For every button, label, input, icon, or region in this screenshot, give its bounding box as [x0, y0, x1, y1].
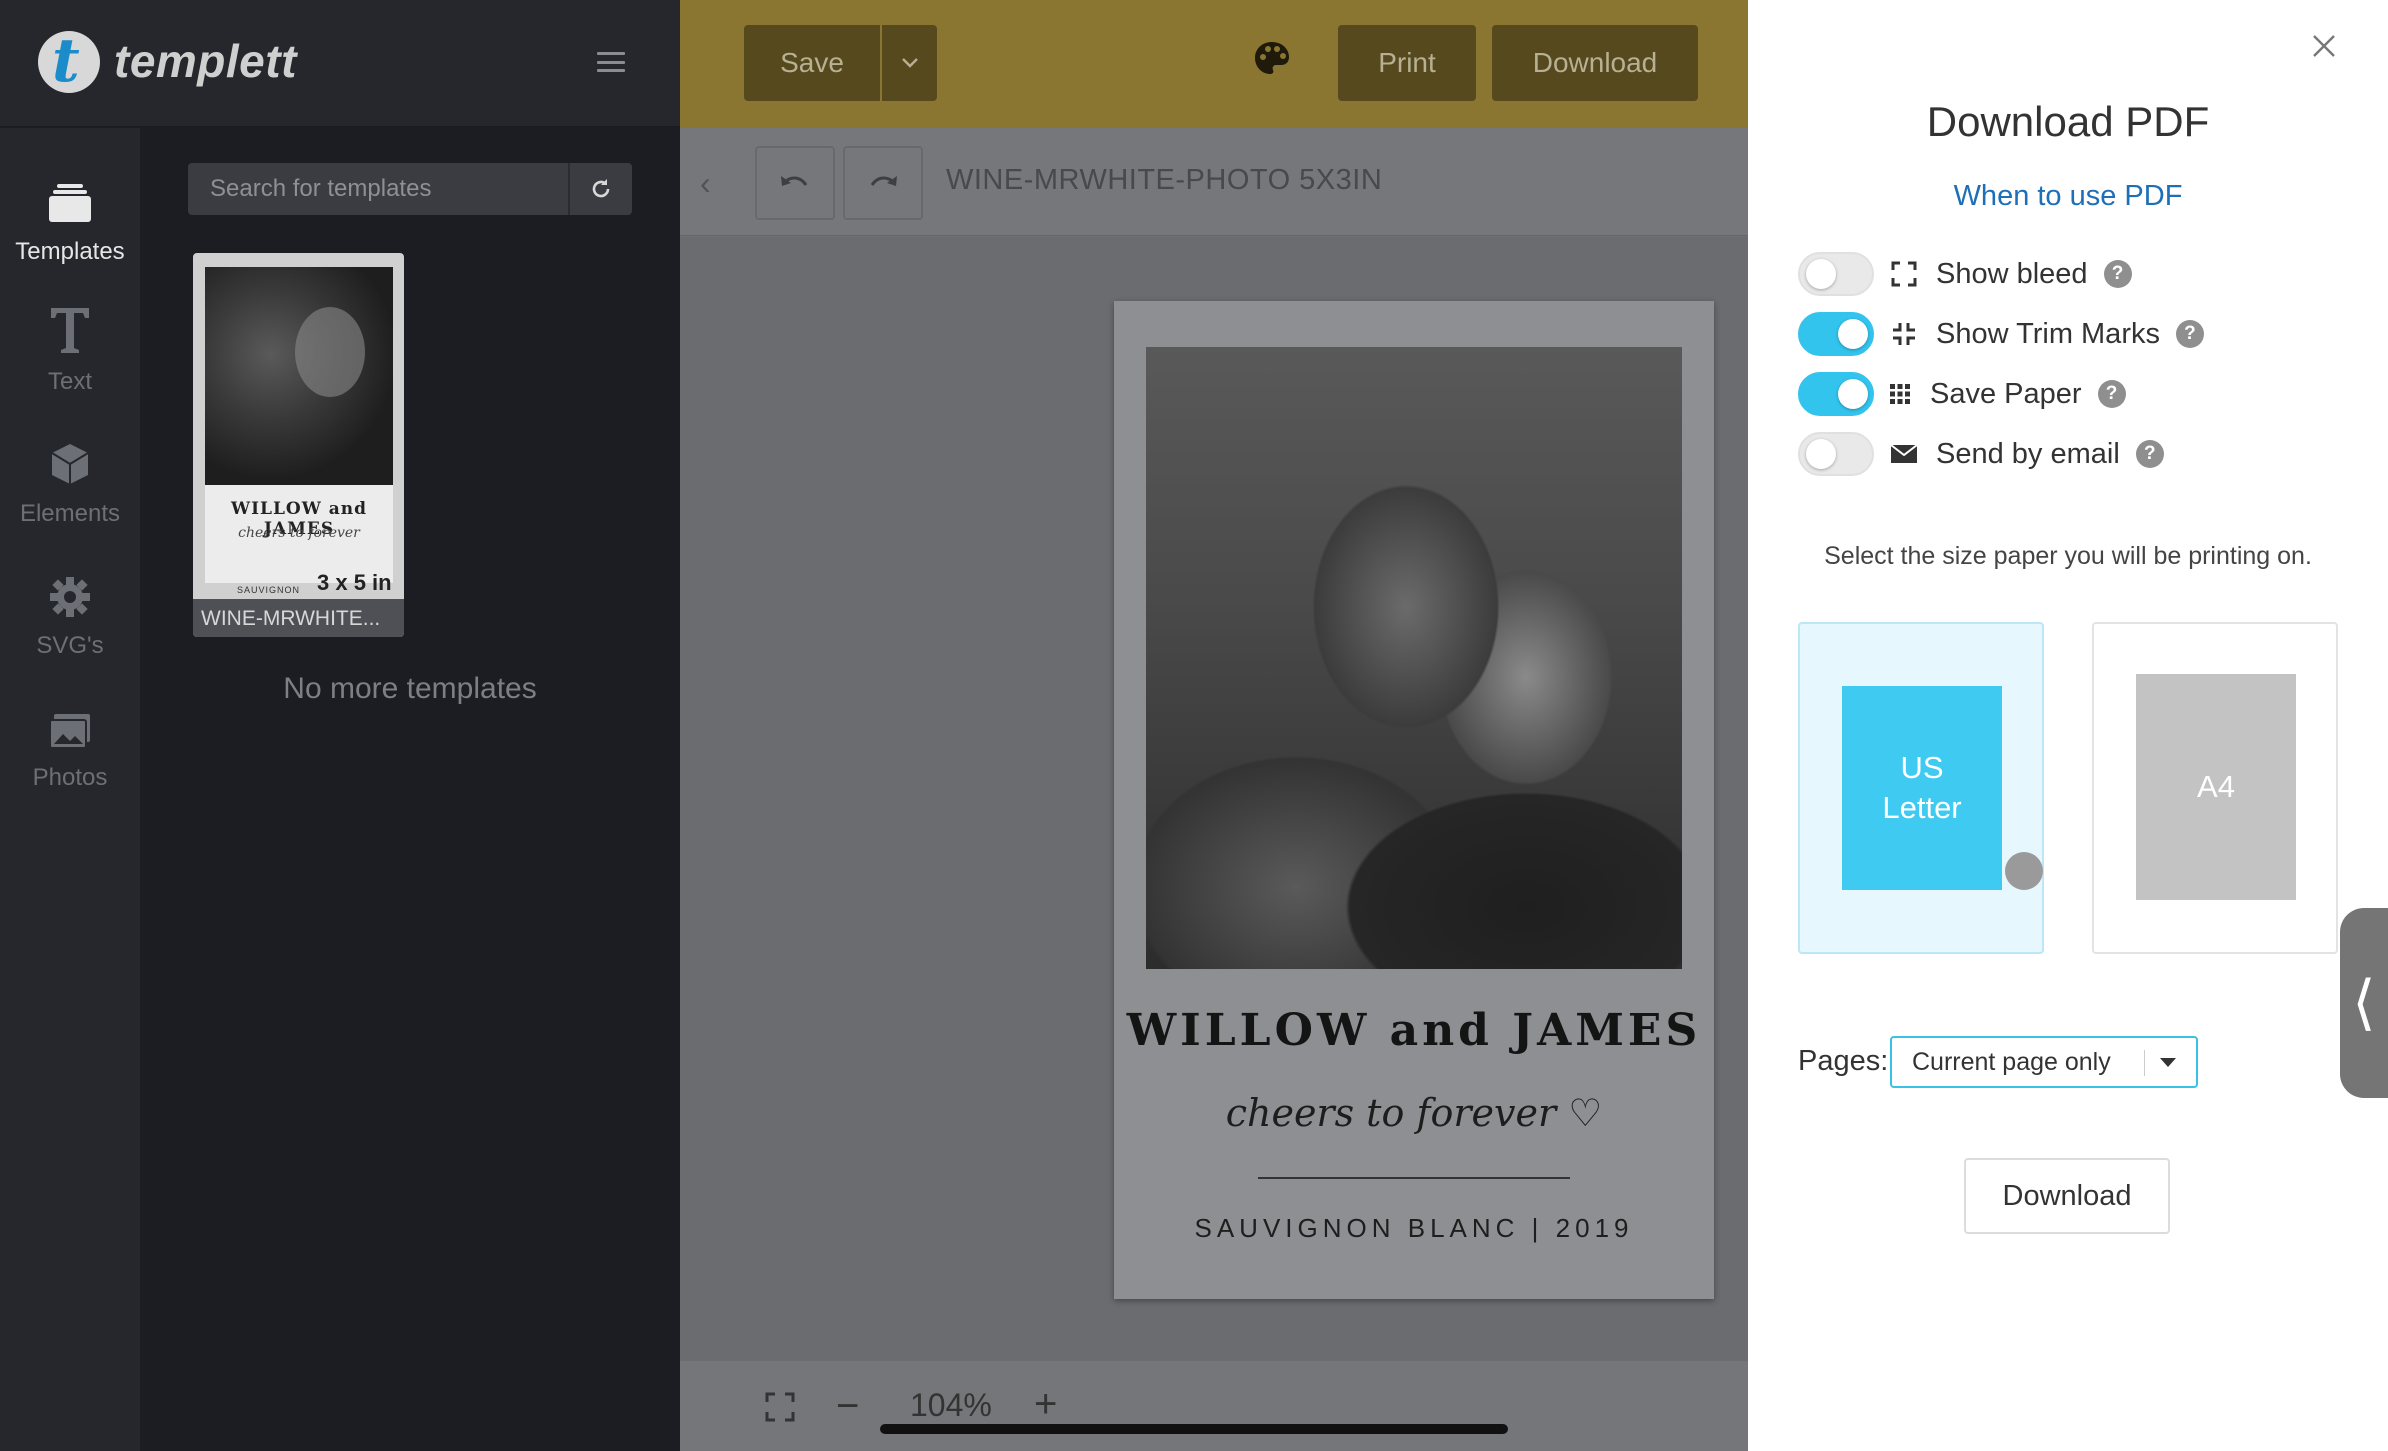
couple-photo[interactable] — [1146, 347, 1682, 969]
selected-indicator — [2005, 852, 2043, 890]
option-label: Show bleed — [1936, 257, 2088, 290]
logo-text: templett — [114, 35, 297, 87]
option-label: Send by email — [1936, 437, 2120, 470]
help-icon[interactable]: ? — [2135, 440, 2164, 468]
when-to-use-pdf-link[interactable]: When to use PDF — [1748, 180, 2388, 213]
thumbnail-card: WILLOW and JAMES cheers to forever SAUVI… — [205, 267, 393, 595]
option-show-trim-marks: Show Trim Marks ? — [1798, 311, 2204, 357]
rail-item-text[interactable]: Text — [0, 296, 140, 416]
save-dropdown-button[interactable] — [882, 25, 937, 101]
card-title[interactable]: WILLOW and JAMES — [1114, 1005, 1714, 1056]
show-trim-marks-toggle[interactable] — [1798, 312, 1874, 356]
pages-label: Pages: — [1798, 1045, 1889, 1077]
download-button-top[interactable]: Download — [1492, 25, 1698, 101]
rail-item-templates[interactable]: Templates — [0, 166, 140, 286]
grid-icon — [1886, 380, 1914, 408]
download-button[interactable]: Download — [1964, 1158, 2170, 1234]
us-letter-label-line2: Letter — [1882, 790, 1962, 825]
redo-icon — [870, 176, 897, 186]
zoom-level: 104% — [910, 1387, 992, 1423]
thumbnail-size: 3 x 5 in — [317, 570, 392, 595]
option-send-by-email: Send by email ? — [1798, 431, 2164, 477]
zoom-out-button[interactable]: − — [836, 1384, 859, 1429]
refresh-icon — [592, 179, 610, 198]
undo-icon — [781, 176, 808, 186]
paper-us-letter[interactable]: US Letter — [1798, 622, 2044, 954]
rail-label: Elements — [19, 500, 121, 527]
rail-item-photos[interactable]: Photos — [0, 692, 140, 812]
option-show-bleed: Show bleed ? — [1798, 251, 2132, 297]
us-letter-preview: US Letter — [1842, 686, 2002, 890]
envelope-icon — [1890, 440, 1918, 468]
pages-select-value: Current page only — [1912, 1047, 2111, 1076]
option-label: Show Trim Marks — [1936, 317, 2160, 350]
thumbnail-sub: SAUVIGNON — [237, 585, 301, 595]
fit-screen-icon[interactable] — [765, 1392, 795, 1422]
collapse-panel-tab[interactable]: ⟨ — [2340, 908, 2388, 1098]
menu-icon[interactable] — [597, 52, 625, 72]
help-icon[interactable]: ? — [2175, 320, 2204, 348]
option-label: Save Paper — [1930, 377, 2082, 410]
search-input[interactable] — [188, 163, 568, 215]
chevron-left-icon: ⟨ — [2352, 969, 2376, 1036]
caret-down-icon — [2160, 1058, 2176, 1067]
undo-button[interactable] — [755, 146, 835, 220]
modal-title: Download PDF — [1926, 98, 2210, 145]
rail-label: Photos — [32, 764, 108, 791]
zoom-in-button[interactable]: + — [1034, 1382, 1057, 1427]
template-thumbnail[interactable]: WILLOW and JAMES cheers to forever SAUVI… — [193, 253, 404, 637]
close-icon[interactable] — [2310, 32, 2338, 60]
logo-letter: t — [52, 26, 80, 96]
thumbnail-photo — [205, 267, 393, 485]
layers-icon — [47, 166, 93, 224]
card-script[interactable]: cheers to forever ♡ — [1114, 1091, 1714, 1135]
horizontal-scrollbar[interactable] — [880, 1424, 1508, 1434]
back-chevron-icon[interactable]: ‹ — [700, 165, 711, 202]
show-bleed-toggle[interactable] — [1798, 252, 1874, 296]
us-letter-label-line1: US — [1900, 750, 1944, 785]
no-more-templates: No more templates — [283, 672, 537, 705]
pages-select[interactable]: Current page only — [1890, 1036, 2198, 1088]
chevron-down-icon — [901, 58, 918, 68]
palette-icon[interactable] — [1253, 40, 1291, 76]
redo-button[interactable] — [843, 146, 923, 220]
paper-a4[interactable]: A4 — [2092, 622, 2338, 954]
rail-label: Templates — [15, 238, 125, 265]
trim-marks-icon — [1890, 320, 1918, 348]
thumbnail-caption: WINE-MRWHITE... — [193, 599, 404, 637]
card-divider — [1258, 1177, 1570, 1179]
save-paper-toggle[interactable] — [1798, 372, 1874, 416]
text-icon — [49, 296, 91, 354]
rail-label: SVG's — [36, 632, 104, 659]
thumbnail-script: cheers to forever — [238, 525, 360, 541]
send-by-email-toggle[interactable] — [1798, 432, 1874, 476]
design-card[interactable]: WILLOW and JAMES cheers to forever ♡ SAU… — [1114, 301, 1714, 1299]
rail-item-svgs[interactable]: SVG's — [0, 560, 140, 680]
bleed-icon — [1890, 260, 1918, 288]
option-save-paper: Save Paper ? — [1798, 371, 2126, 417]
rail-label: Text — [47, 368, 92, 395]
help-icon[interactable]: ? — [2103, 260, 2132, 288]
save-button[interactable]: Save — [744, 25, 880, 101]
image-icon — [48, 692, 92, 750]
card-subtitle[interactable]: SAUVIGNON BLANC | 2019 — [1114, 1213, 1714, 1244]
rail-item-elements[interactable]: Elements — [0, 428, 140, 548]
a4-label: A4 — [2136, 674, 2296, 900]
print-button[interactable]: Print — [1338, 25, 1476, 101]
paper-size-note: Select the size paper you will be printi… — [1824, 542, 2312, 570]
logo-bar: t templett — [0, 0, 680, 128]
refresh-button[interactable] — [568, 163, 632, 215]
gear-icon — [49, 560, 91, 618]
cube-icon — [49, 428, 91, 486]
help-icon[interactable]: ? — [2097, 380, 2126, 408]
document-name: WINE-MRWHITE-PHOTO 5X3IN — [946, 164, 1383, 196]
